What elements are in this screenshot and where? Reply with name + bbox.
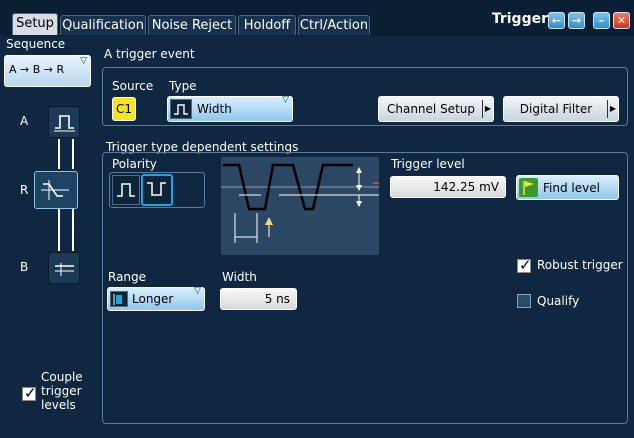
width-value: 5 ns	[264, 292, 290, 306]
trigger-level-label: Trigger level	[391, 157, 465, 171]
checkmark-icon: ✓	[519, 256, 532, 274]
chevron-right-icon: ▶	[607, 100, 618, 118]
width-trigger-illustration	[221, 157, 379, 255]
dropdown-indicator-icon: ▽	[194, 286, 201, 296]
robust-trigger-checkbox[interactable]: ✓	[517, 256, 532, 274]
robust-trigger-label: Robust trigger	[537, 258, 623, 272]
range-label: Range	[108, 270, 147, 284]
range-select[interactable]: Longer ▽	[107, 286, 205, 311]
source-select[interactable]: C1	[112, 97, 136, 121]
source-label: Source	[112, 79, 154, 93]
tab-ctrl-action[interactable]: Ctrl/Action	[298, 15, 370, 35]
checkmark-icon: ✓	[24, 384, 37, 402]
type-value: Width	[197, 102, 232, 116]
couple-trigger-levels-checkbox[interactable]: ✓	[22, 384, 37, 402]
tab-setup[interactable]: Setup	[12, 13, 58, 35]
polarity-negative-button[interactable]	[141, 174, 173, 206]
stage-b-button[interactable]	[48, 252, 80, 284]
qualify-label: Qualify	[537, 294, 580, 308]
sequence-label: Sequence	[6, 37, 66, 51]
width-label: Width	[222, 270, 257, 284]
tab-bar: Setup Qualification Noise Reject Holdoff…	[0, 0, 634, 36]
chevron-right-icon: ▶	[482, 100, 493, 118]
connector-line	[72, 209, 74, 251]
stage-label-a: A	[20, 114, 29, 128]
type-select[interactable]: Width ▽	[167, 95, 293, 122]
stage-label-b: B	[20, 260, 29, 274]
channel-setup-label: Channel Setup	[386, 102, 475, 116]
connector-line	[58, 139, 60, 169]
tab-noise-reject[interactable]: Noise Reject	[148, 15, 236, 35]
sequence-select[interactable]: A → B → R ▽	[4, 55, 91, 87]
forward-icon[interactable]: →	[568, 12, 585, 29]
qualify-checkbox[interactable]	[517, 294, 531, 308]
trigger-level-value: 142.25 mV	[433, 180, 499, 194]
find-level-button[interactable]: Find level	[516, 175, 619, 200]
stage-r-button[interactable]	[34, 171, 78, 209]
connector-line	[72, 139, 74, 169]
range-value: Longer	[132, 292, 174, 306]
reset-trigger-icon	[41, 180, 69, 200]
event-title: A trigger event	[104, 47, 195, 61]
pulse-width-icon	[170, 99, 192, 119]
trigger-level-input[interactable]: 142.25 mV	[390, 176, 506, 198]
close-icon[interactable]: ✕	[613, 12, 630, 29]
polarity-group	[109, 172, 205, 208]
source-value: C1	[115, 102, 132, 116]
stage-label-r: R	[20, 183, 29, 197]
pulse-width-icon	[54, 115, 75, 132]
dropdown-indicator-icon: ▽	[80, 56, 87, 66]
tab-holdoff[interactable]: Holdoff	[238, 15, 296, 35]
couple-trigger-levels-label: Couple trigger levels	[41, 370, 83, 412]
negative-pulse-icon	[147, 182, 166, 196]
channel-setup-button[interactable]: Channel Setup ▶	[378, 96, 494, 122]
find-level-label: Find level	[543, 181, 600, 195]
minimize-icon[interactable]: –	[593, 12, 610, 29]
waveform-diagram	[221, 157, 379, 255]
polarity-label: Polarity	[112, 157, 157, 171]
level-trigger-icon	[55, 263, 74, 276]
type-label: Type	[169, 79, 197, 93]
flag-icon	[519, 178, 538, 197]
digital-filter-button[interactable]: Digital Filter ▶	[503, 96, 619, 122]
connector-line	[58, 209, 60, 251]
stage-a-button[interactable]	[48, 106, 80, 138]
polarity-positive-button[interactable]	[112, 175, 140, 205]
width-input[interactable]: 5 ns	[220, 288, 297, 310]
tab-qualification[interactable]: Qualification	[60, 15, 146, 35]
trigger-dialog: Setup Qualification Noise Reject Holdoff…	[0, 0, 634, 438]
digital-filter-label: Digital Filter	[519, 102, 593, 116]
back-icon[interactable]: ←	[548, 12, 565, 29]
window-title: Trigger	[491, 11, 548, 27]
sequence-value: A → B → R	[9, 63, 65, 76]
positive-pulse-icon	[117, 183, 135, 197]
range-icon	[110, 291, 128, 307]
dropdown-indicator-icon: ▽	[282, 95, 289, 105]
